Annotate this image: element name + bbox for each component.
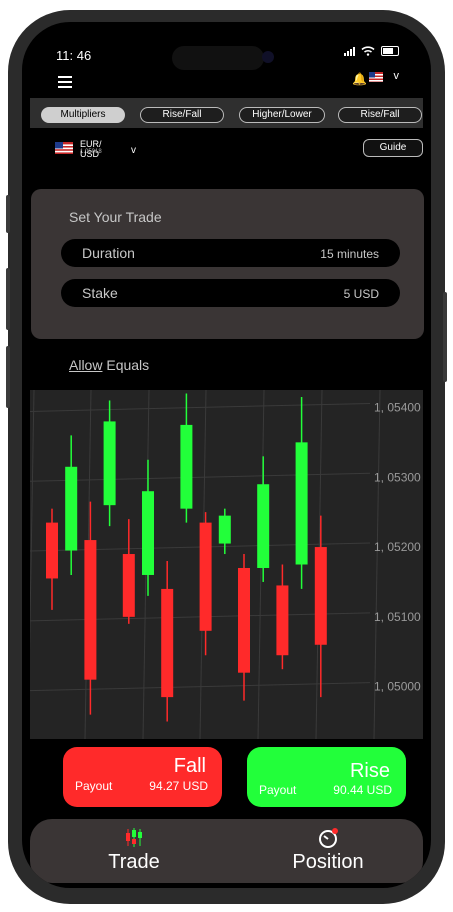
y-tick-label: 1, 05000 bbox=[374, 680, 421, 694]
app-screen: 11: 46 🔔 v Multipliers Rise/Fall Higher/… bbox=[22, 22, 431, 888]
rise-payout-label: Payout bbox=[259, 783, 297, 797]
candle-fall bbox=[276, 564, 289, 670]
rise-label: Rise bbox=[349, 760, 390, 782]
y-tick-label: 1, 05300 bbox=[374, 470, 421, 484]
y-tick-label: 1, 05400 bbox=[374, 400, 421, 414]
wifi-icon bbox=[361, 46, 375, 56]
grid-line-h bbox=[30, 402, 371, 412]
candle-body bbox=[257, 484, 270, 568]
chevron-down-icon[interactable]: v bbox=[394, 70, 400, 82]
allow-equals-toggle[interactable]: Allow Equals bbox=[69, 357, 149, 373]
stake-value: 5 USD bbox=[343, 287, 379, 301]
candle-body bbox=[122, 554, 135, 617]
candlestick-chart[interactable]: 1, 05400 1, 05300 1, 05200 1, 05100 1, 05000 bbox=[30, 390, 423, 739]
candle-body bbox=[238, 567, 250, 673]
dynamic-island bbox=[172, 46, 264, 70]
candle-body bbox=[295, 442, 308, 565]
duration-value: 15 minutes bbox=[320, 247, 379, 261]
set-trade-card: Set Your Trade Duration 15 minutes Stake… bbox=[31, 189, 424, 339]
camera-icon bbox=[262, 51, 274, 63]
nav-position-label: Position bbox=[292, 851, 364, 873]
candle-body bbox=[103, 421, 116, 506]
candle-body bbox=[46, 522, 58, 579]
fall-payout-label: Payout bbox=[75, 779, 113, 793]
candle-fall bbox=[238, 554, 250, 701]
asset-price: 1.05018 bbox=[80, 149, 102, 155]
allow-text: Allow bbox=[69, 357, 103, 373]
candle-body bbox=[161, 588, 174, 698]
bell-icon[interactable]: 🔔 bbox=[352, 72, 367, 86]
battery-icon bbox=[381, 46, 399, 56]
candles-icon bbox=[126, 828, 142, 847]
status-bar: 11: 46 bbox=[22, 40, 431, 70]
bottom-nav: Trade Position bbox=[30, 819, 423, 883]
y-tick-label: 1, 05200 bbox=[374, 540, 421, 554]
us-flag-icon[interactable] bbox=[369, 72, 383, 82]
candle-rise bbox=[295, 396, 308, 589]
tab-higher-lower[interactable]: Higher/Lower bbox=[239, 107, 325, 123]
candle-body bbox=[180, 424, 193, 509]
candle-rise bbox=[180, 393, 193, 523]
tab-multipliers[interactable]: Multipliers bbox=[41, 107, 125, 123]
duration-label: Duration bbox=[82, 245, 135, 261]
tab-rise-fall[interactable]: Rise/Fall bbox=[140, 107, 224, 123]
trade-type-tabs: Multipliers Rise/Fall Higher/Lower Rise/… bbox=[30, 98, 423, 128]
hamburger-menu-icon[interactable] bbox=[58, 76, 72, 88]
candle-body bbox=[218, 515, 231, 544]
candle-body bbox=[142, 491, 154, 575]
candle-rise bbox=[218, 508, 231, 555]
candle-fall bbox=[161, 561, 174, 722]
candle-body bbox=[84, 540, 97, 680]
tab-rise-fall-2[interactable]: Rise/Fall bbox=[338, 107, 422, 123]
candle-body bbox=[65, 466, 78, 551]
rise-button[interactable]: Rise Payout 90.44 USD bbox=[247, 747, 406, 807]
guide-button[interactable]: Guide bbox=[363, 139, 423, 157]
position-timer-icon bbox=[319, 828, 338, 848]
fall-label: Fall bbox=[173, 755, 206, 777]
candle-body bbox=[199, 522, 212, 631]
power-button bbox=[443, 292, 447, 382]
candle-rise bbox=[257, 456, 270, 582]
chart-svg: 1, 05400 1, 05300 1, 05200 1, 05100 1, 05000 bbox=[30, 390, 421, 739]
status-time: 11: 46 bbox=[56, 48, 92, 63]
grid-line-h bbox=[30, 682, 371, 692]
candle-fall bbox=[314, 515, 327, 698]
candle-rise bbox=[65, 435, 78, 575]
candle-fall bbox=[46, 508, 58, 610]
fall-payout-value: 94.27 USD bbox=[149, 779, 208, 793]
volume-down-button bbox=[6, 346, 10, 408]
fall-button[interactable]: Fall Payout 94.27 USD bbox=[63, 747, 222, 807]
action-button bbox=[6, 195, 10, 233]
candle-body bbox=[276, 585, 289, 656]
duration-field[interactable]: Duration 15 minutes bbox=[61, 239, 400, 267]
rise-payout-value: 90.44 USD bbox=[333, 783, 392, 797]
equals-text: Equals bbox=[102, 357, 150, 373]
grid-line-h bbox=[30, 472, 371, 482]
signal-icon bbox=[344, 46, 355, 56]
stake-label: Stake bbox=[82, 285, 118, 301]
grid-line-v bbox=[30, 390, 35, 652]
volume-up-button bbox=[6, 268, 10, 330]
card-title: Set Your Trade bbox=[69, 209, 162, 225]
candle-rise bbox=[103, 400, 116, 527]
status-icons bbox=[344, 46, 399, 56]
nav-trade-label: Trade bbox=[108, 851, 160, 873]
y-tick-label: 1, 05100 bbox=[374, 610, 421, 624]
us-flag-icon bbox=[55, 142, 73, 154]
chevron-down-icon: v bbox=[131, 145, 136, 156]
candle-body bbox=[314, 547, 327, 645]
candle-fall bbox=[122, 519, 135, 624]
stake-field[interactable]: Stake 5 USD bbox=[61, 279, 400, 307]
candle-rise bbox=[142, 459, 154, 596]
